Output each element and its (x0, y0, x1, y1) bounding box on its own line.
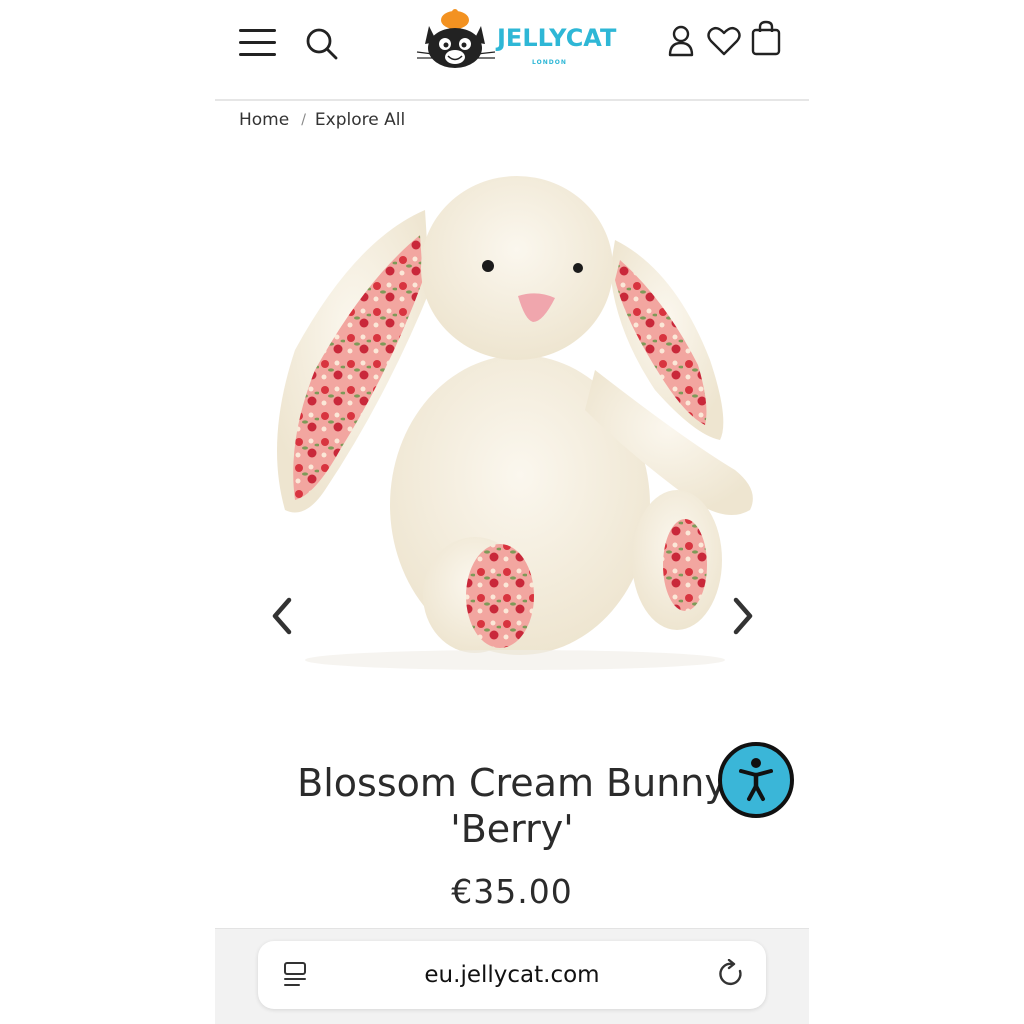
logo-wordmark: JELLYCAT (497, 24, 617, 52)
jellycat-logo[interactable]: JELLYCAT LONDON (415, 8, 616, 74)
breadcrumb-separator: / (301, 112, 306, 128)
wishlist-icon[interactable] (707, 25, 741, 57)
account-icon[interactable] (667, 25, 695, 57)
accessibility-button[interactable] (718, 742, 794, 818)
next-image-arrow-icon[interactable] (728, 596, 758, 636)
breadcrumb-home[interactable]: Home (239, 110, 289, 130)
cat-logo-icon (416, 9, 496, 68)
previous-image-arrow-icon[interactable] (267, 596, 297, 636)
accessibility-person-icon (739, 758, 773, 801)
header-divider (215, 99, 809, 101)
site-header: JELLYCAT LONDON (215, 0, 809, 99)
address-bar[interactable]: eu.jellycat.com (258, 941, 766, 1009)
logo-subtext: LONDON (532, 59, 567, 66)
menu-icon[interactable] (238, 27, 278, 59)
product-title-line2: 'Berry' (450, 807, 574, 851)
product-title-line1: Blossom Cream Bunny (297, 761, 727, 805)
product-gallery (215, 150, 809, 710)
url-text: eu.jellycat.com (424, 962, 600, 988)
product-image[interactable] (215, 150, 809, 710)
product-title: Blossom Cream Bunny 'Berry' (275, 760, 749, 852)
bag-icon[interactable] (751, 20, 781, 56)
phone-viewport: JELLYCAT LONDON Home / Explore All Bloss… (215, 0, 809, 1024)
breadcrumb-explore-all[interactable]: Explore All (315, 110, 405, 130)
product-price: €35.00 (451, 872, 573, 911)
breadcrumb: Home / Explore All (239, 108, 405, 132)
browser-toolbar: eu.jellycat.com (215, 928, 809, 1024)
reload-icon[interactable] (718, 959, 746, 989)
search-icon[interactable] (305, 27, 339, 61)
